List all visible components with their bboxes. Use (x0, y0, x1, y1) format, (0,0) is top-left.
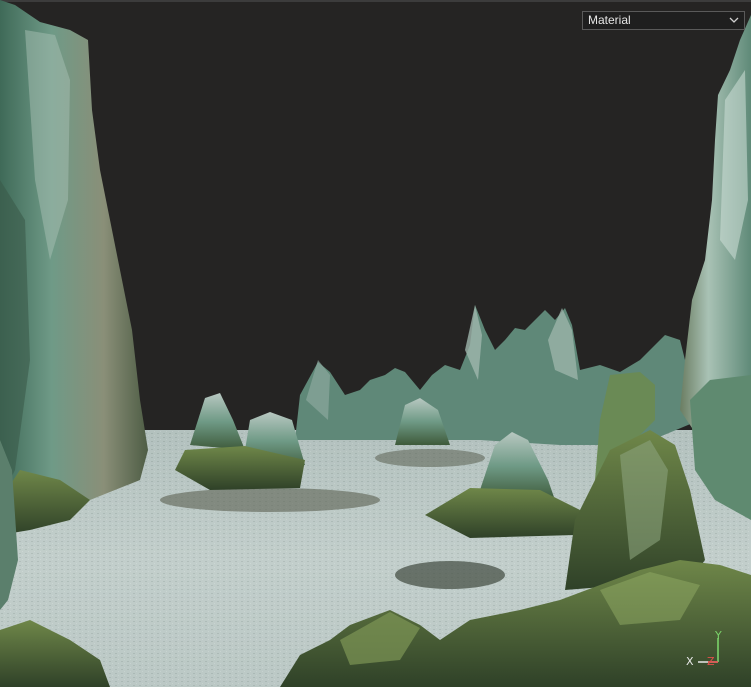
terrain-render[interactable] (0, 0, 751, 687)
z-axis-label: Z (707, 655, 715, 668)
axis-orientation-gizmo[interactable]: Y X Z (684, 630, 728, 672)
floor-patch (395, 561, 505, 589)
y-axis-label: Y (715, 629, 722, 642)
chevron-down-icon (729, 17, 739, 23)
shading-mode-dropdown[interactable]: Material (582, 11, 745, 30)
x-axis-label: X (686, 655, 694, 668)
floor-patch (160, 488, 380, 512)
rock-spire (190, 393, 245, 450)
3d-viewport[interactable]: Material Y X Z (0, 0, 751, 687)
floor-patch (375, 449, 485, 467)
shading-mode-value: Material (588, 13, 631, 27)
